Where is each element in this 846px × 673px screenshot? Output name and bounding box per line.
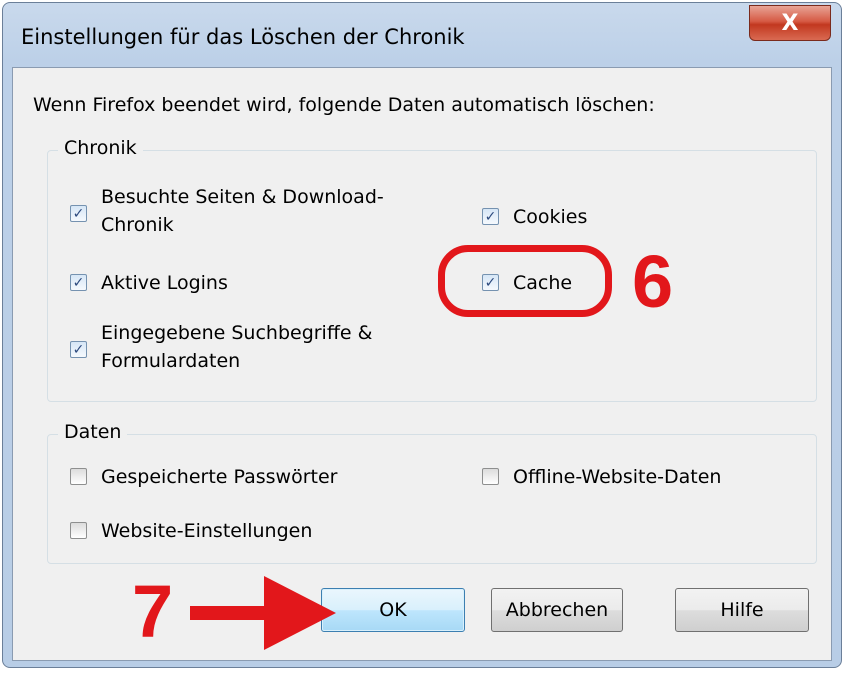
checkbox-icon[interactable]: ✓: [482, 208, 499, 225]
checkbox-label: Formulardaten: [101, 350, 241, 372]
checkbox-label: Eingegebene Suchbegriffe &: [101, 322, 373, 344]
window-title: Einstellungen für das Löschen der Chroni…: [21, 25, 465, 49]
checkbox-label: Besuchte Seiten & Download-: [101, 186, 384, 208]
checkbox-icon[interactable]: [70, 522, 87, 539]
annotation-step-6: 6: [632, 240, 674, 323]
group-chronik: Chronik ✓ Besuchte Seiten & Download- Ch…: [47, 137, 817, 402]
checkbox-label: Website-Einstellungen: [101, 520, 313, 542]
checkbox-label: Offline-Website-Daten: [513, 466, 722, 488]
checkbox-icon[interactable]: [482, 468, 499, 485]
close-button[interactable]: X: [749, 5, 831, 41]
group-daten: Daten Gespeicherte Passwörter Website-Ei…: [47, 421, 817, 564]
checkbox-site-settings[interactable]: Website-Einstellungen: [70, 517, 312, 545]
checkbox-label: Aktive Logins: [101, 272, 228, 294]
checkbox-label: Gespeicherte Passwörter: [101, 466, 338, 488]
checkbox-label: Chronik: [101, 214, 174, 236]
checkbox-label: Cookies: [513, 206, 588, 228]
checkbox-cookies[interactable]: ✓ Cookies: [482, 203, 587, 231]
checkmark-icon: ✓: [72, 274, 85, 291]
checkmark-icon: ✓: [484, 208, 497, 225]
group-daten-legend: Daten: [58, 421, 128, 443]
cancel-button[interactable]: Abbrechen: [491, 588, 623, 632]
checkbox-saved-passwords[interactable]: Gespeicherte Passwörter: [70, 463, 337, 491]
annotation-highlight-circle: [438, 245, 612, 317]
checkbox-offline-website-data[interactable]: Offline-Website-Daten: [482, 463, 721, 491]
title-bar[interactable]: Einstellungen für das Löschen der Chroni…: [3, 3, 841, 67]
annotation-step-7: 7: [132, 570, 174, 653]
checkmark-icon: ✓: [72, 205, 85, 222]
checkbox-history-downloads[interactable]: ✓ Besuchte Seiten & Download- Chronik: [70, 183, 384, 239]
annotation-arrow-icon: [190, 576, 336, 650]
checkbox-active-logins[interactable]: ✓ Aktive Logins: [70, 269, 228, 297]
dialog-window: Einstellungen für das Löschen der Chroni…: [2, 2, 842, 668]
group-chronik-legend: Chronik: [58, 137, 143, 159]
help-button[interactable]: Hilfe: [675, 588, 809, 632]
checkmark-icon: ✓: [72, 341, 85, 358]
ok-button[interactable]: OK: [321, 588, 465, 632]
close-icon: X: [781, 10, 799, 36]
checkbox-icon[interactable]: ✓: [70, 274, 87, 291]
intro-text: Wenn Firefox beendet wird, folgende Date…: [33, 94, 655, 116]
checkbox-search-form-data[interactable]: ✓ Eingegebene Suchbegriffe & Formulardat…: [70, 319, 372, 375]
checkbox-icon[interactable]: [70, 468, 87, 485]
checkbox-icon[interactable]: ✓: [70, 341, 87, 358]
checkbox-icon[interactable]: ✓: [70, 205, 87, 222]
